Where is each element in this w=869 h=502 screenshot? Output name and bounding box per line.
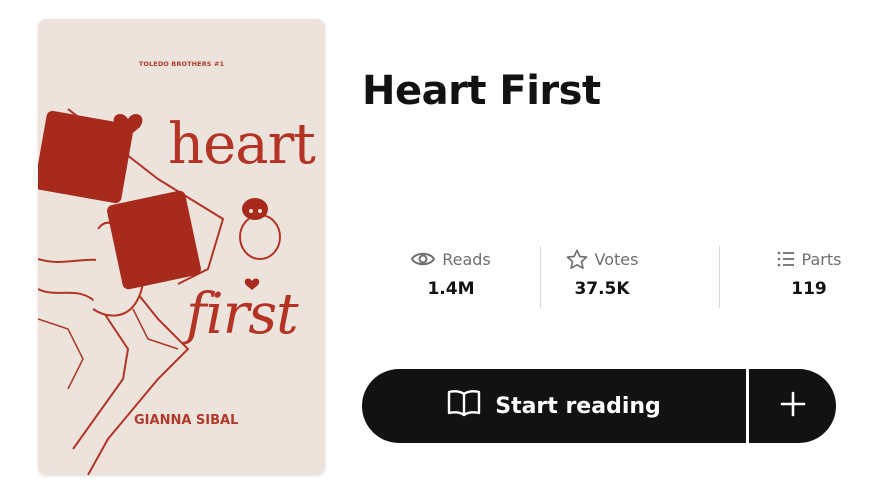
eye-icon <box>411 251 436 267</box>
story-stats: Reads 1.4M Votes 37.5K Parts 119 <box>362 244 862 310</box>
plus-icon <box>780 391 806 421</box>
star-icon <box>566 249 588 270</box>
start-reading-label: Start reading <box>495 393 661 419</box>
cover-title-heart: heart <box>168 112 316 177</box>
stat-parts-value: 119 <box>791 279 827 299</box>
list-icon <box>777 251 795 267</box>
book-cover[interactable]: TOLEDO BROTHERS #1 heart first GIANNA SI… <box>38 19 325 475</box>
stat-votes-value: 37.5K <box>574 279 630 299</box>
story-actions: Start reading <box>362 369 836 443</box>
cover-title-first: first <box>186 282 299 347</box>
story-title: Heart First <box>362 68 601 114</box>
stat-parts-label: Parts <box>801 249 842 269</box>
cover-series-label: TOLEDO BROTHERS #1 <box>138 60 225 68</box>
open-book-icon <box>447 388 481 424</box>
stat-parts: Parts 119 <box>720 244 869 310</box>
stat-votes: Votes 37.5K <box>513 244 691 310</box>
add-to-library-button[interactable] <box>749 369 836 443</box>
stat-reads-label: Reads <box>442 249 491 269</box>
start-reading-button[interactable]: Start reading <box>362 369 746 443</box>
cover-author: GIANNA SIBAL <box>134 413 239 428</box>
stat-votes-label: Votes <box>594 249 639 269</box>
cover-illustration <box>38 108 281 475</box>
